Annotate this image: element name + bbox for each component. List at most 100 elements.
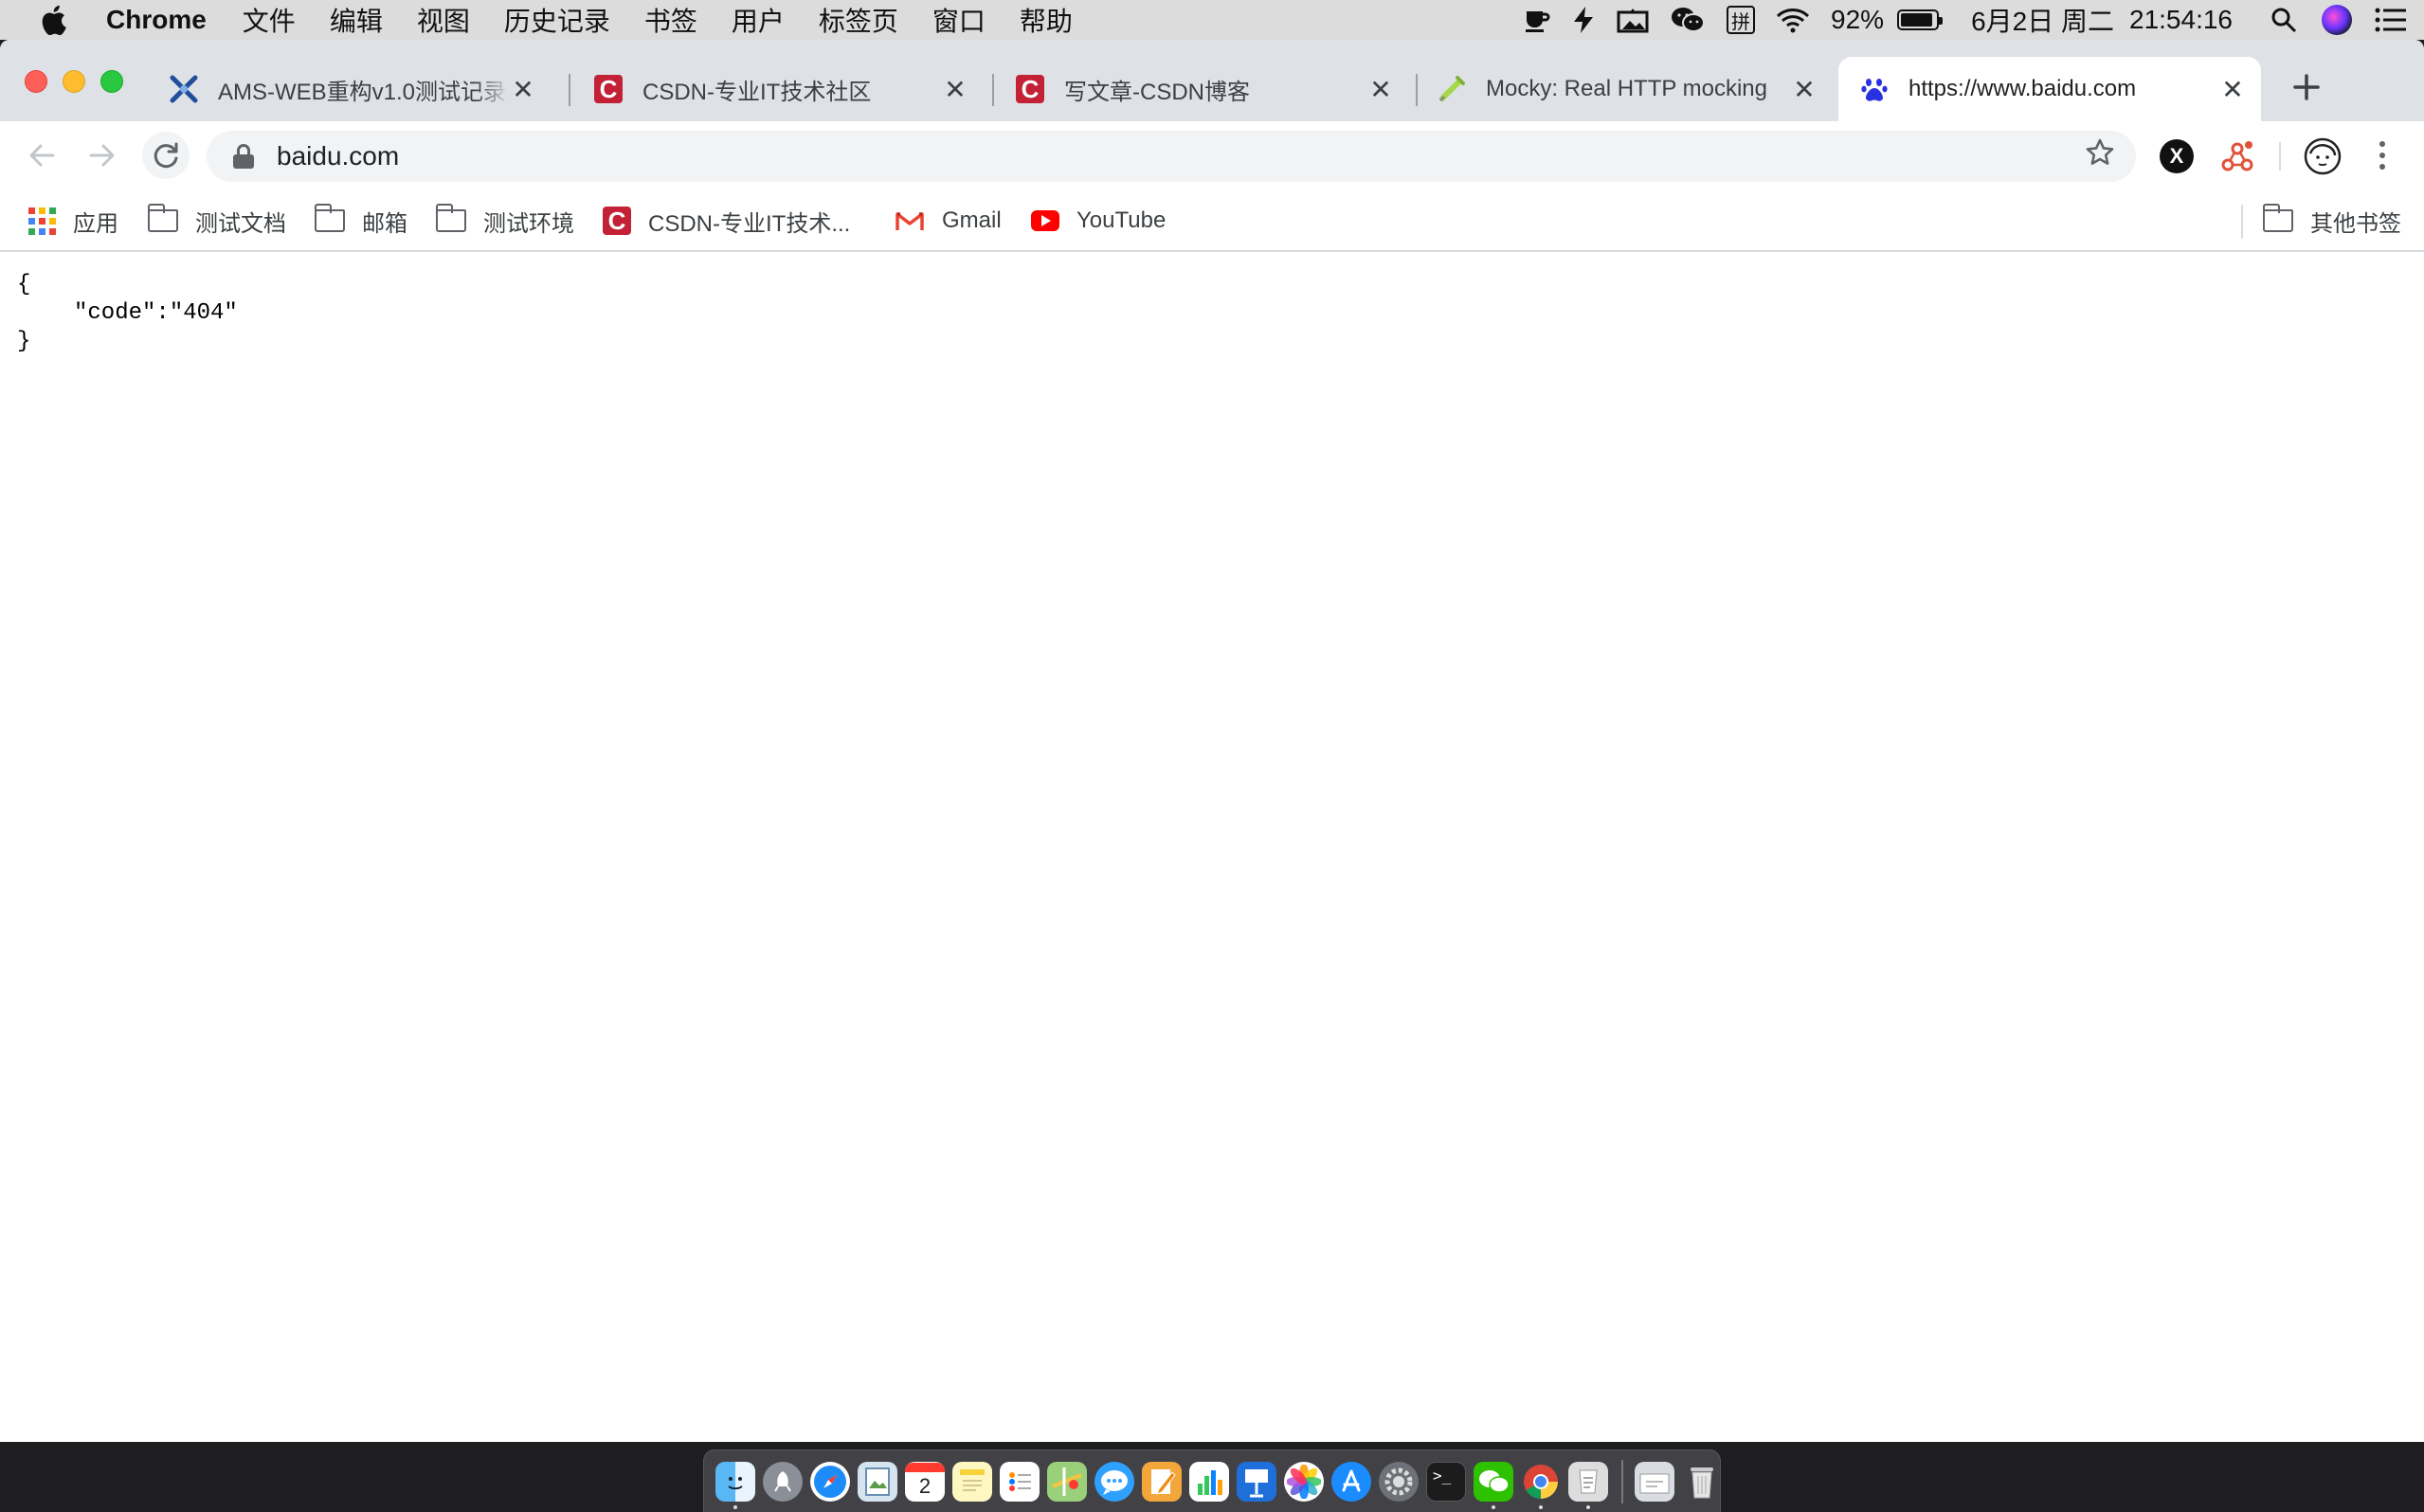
preview-icon[interactable]	[858, 1461, 897, 1502]
baidu-paw-icon	[1859, 74, 1890, 104]
launchpad-icon[interactable]	[763, 1461, 803, 1502]
wechat-status-icon[interactable]	[1670, 0, 1706, 40]
wifi-icon[interactable]	[1776, 0, 1810, 40]
system-preferences-icon[interactable]	[1379, 1461, 1419, 1502]
reminders-icon[interactable]	[1000, 1461, 1040, 1502]
zoom-window-button[interactable]	[100, 70, 123, 93]
bookmark-star-icon[interactable]	[2085, 137, 2115, 176]
close-tab-icon[interactable]: ✕	[1791, 74, 1818, 105]
new-tab-button[interactable]	[2284, 64, 2329, 110]
chrome-icon[interactable]	[1521, 1462, 1561, 1509]
profile-avatar-icon[interactable]	[2303, 136, 2343, 176]
tab-baidu-active[interactable]: https://www.baidu.com ✕	[1838, 57, 2261, 121]
extension-network-icon[interactable]	[2217, 136, 2257, 176]
cup-status-icon[interactable]	[1522, 0, 1550, 40]
calendar-icon[interactable]: 2	[905, 1461, 945, 1502]
bookmark-apps[interactable]: 应用	[28, 199, 118, 243]
apple-menu-icon[interactable]	[0, 5, 106, 35]
bolt-status-icon[interactable]	[1571, 0, 1596, 40]
keynote-icon[interactable]	[1237, 1461, 1276, 1502]
bookmark-youtube[interactable]: YouTube	[1031, 199, 1166, 243]
battery-percent[interactable]: 92%	[1831, 5, 1884, 35]
bookmark-other-bookmarks[interactable]: 其他书签	[2262, 199, 2401, 243]
menu-window[interactable]: 窗口	[932, 1, 986, 39]
terminal-icon[interactable]: >_	[1426, 1461, 1466, 1502]
folder-icon	[435, 204, 466, 232]
siri-icon[interactable]	[2322, 0, 2352, 40]
bookmark-label: Gmail	[942, 207, 1002, 233]
menu-app-chrome[interactable]: Chrome	[106, 5, 207, 35]
pages-icon[interactable]	[1142, 1461, 1182, 1502]
finder-icon[interactable]	[715, 1461, 755, 1509]
extension-x-icon[interactable]: X	[2157, 136, 2197, 176]
photos-icon[interactable]	[1284, 1461, 1324, 1502]
page-content: { "code":"404" }	[0, 252, 2424, 1442]
close-tab-icon[interactable]: ✕	[2219, 74, 2246, 105]
notification-center-icon[interactable]	[2375, 0, 2407, 40]
tab-separator	[1416, 74, 1418, 106]
forward-button[interactable]	[81, 135, 123, 176]
json-response: { "code":"404" }	[17, 271, 238, 356]
tab-strip: AMS-WEB重构v1.0测试记录 ✕ C CSDN-专业IT技术社区 ✕ C …	[0, 40, 2424, 121]
tab-title: AMS-WEB重构v1.0测试记录	[218, 79, 507, 105]
menu-file[interactable]: 文件	[243, 1, 296, 39]
tab-ams-web[interactable]: AMS-WEB重构v1.0测试记录 ✕	[144, 57, 553, 121]
mocky-icon	[1437, 74, 1467, 104]
arrow-right-icon	[89, 144, 115, 167]
url-text[interactable]: baidu.com	[277, 141, 399, 171]
tab-csdn[interactable]: C CSDN-专业IT技术社区 ✕	[572, 57, 986, 121]
bookmark-folder-test-docs[interactable]: 测试文档	[147, 199, 286, 243]
menu-clock[interactable]: 21:54:16	[2129, 5, 2233, 35]
menu-view[interactable]: 视图	[417, 1, 470, 39]
address-bar[interactable]: baidu.com	[207, 131, 2136, 182]
close-tab-icon[interactable]: ✕	[1367, 74, 1394, 105]
tab-mocky[interactable]: Mocky: Real HTTP mocking ✕	[1420, 57, 1835, 121]
tab-separator	[992, 74, 994, 106]
lock-icon[interactable]	[233, 144, 254, 169]
close-window-button[interactable]	[25, 70, 47, 93]
input-method-icon[interactable]: 拼	[1727, 0, 1756, 40]
folder-icon	[314, 204, 345, 232]
back-button[interactable]	[21, 135, 63, 176]
reload-button[interactable]	[142, 132, 190, 179]
bookmark-csdn[interactable]: C CSDN-专业IT技术...	[603, 199, 850, 243]
menu-help[interactable]: 帮助	[1020, 1, 1073, 39]
wechat-icon[interactable]	[1474, 1461, 1513, 1509]
arrow-left-icon	[29, 144, 55, 167]
script-editor-icon[interactable]	[1568, 1461, 1608, 1509]
trash-icon[interactable]	[1682, 1462, 1722, 1502]
menu-people[interactable]: 用户	[732, 1, 785, 39]
bookmark-folder-mailbox[interactable]: 邮箱	[314, 199, 407, 243]
menu-history[interactable]: 历史记录	[504, 1, 610, 39]
messages-icon[interactable]	[1094, 1461, 1134, 1502]
downloads-stack-icon[interactable]	[1635, 1461, 1674, 1502]
browser-toolbar: baidu.com X	[0, 121, 2424, 189]
bookmark-label: 其他书签	[2310, 210, 2401, 237]
bookmark-label: 邮箱	[362, 210, 407, 237]
calendar-day-number: 2	[918, 1473, 932, 1498]
safari-icon[interactable]	[810, 1461, 850, 1502]
notes-icon[interactable]	[952, 1461, 992, 1502]
maps-icon[interactable]	[1047, 1461, 1087, 1502]
spotlight-search-icon[interactable]	[2270, 0, 2297, 40]
csdn-icon: C	[593, 74, 624, 104]
menu-edit[interactable]: 编辑	[330, 1, 383, 39]
menu-bookmarks[interactable]: 书签	[644, 1, 697, 39]
tab-csdn-write[interactable]: C 写文章-CSDN博客 ✕	[996, 57, 1411, 121]
close-tab-icon[interactable]: ✕	[510, 74, 536, 105]
tab-title: CSDN-专业IT技术社区	[642, 79, 872, 105]
minimize-window-button[interactable]	[63, 70, 85, 93]
json-code-line: "code":"404"	[74, 300, 238, 326]
close-tab-icon[interactable]: ✕	[942, 74, 968, 105]
numbers-icon[interactable]	[1189, 1461, 1229, 1502]
macos-dock: 2 >_	[703, 1449, 1721, 1512]
chrome-menu-icon[interactable]	[2371, 135, 2394, 176]
menu-date[interactable]: 6月2日 周二	[1971, 1, 2114, 39]
bookmark-folder-test-env[interactable]: 测试环境	[435, 199, 574, 243]
menu-tab[interactable]: 标签页	[819, 1, 898, 39]
toolbar-divider	[2279, 142, 2281, 171]
bookmark-gmail[interactable]: Gmail	[895, 199, 1002, 243]
screen-capture-status-icon[interactable]	[1617, 0, 1649, 40]
battery-icon[interactable]	[1890, 0, 1944, 40]
app-store-icon[interactable]	[1331, 1461, 1371, 1502]
